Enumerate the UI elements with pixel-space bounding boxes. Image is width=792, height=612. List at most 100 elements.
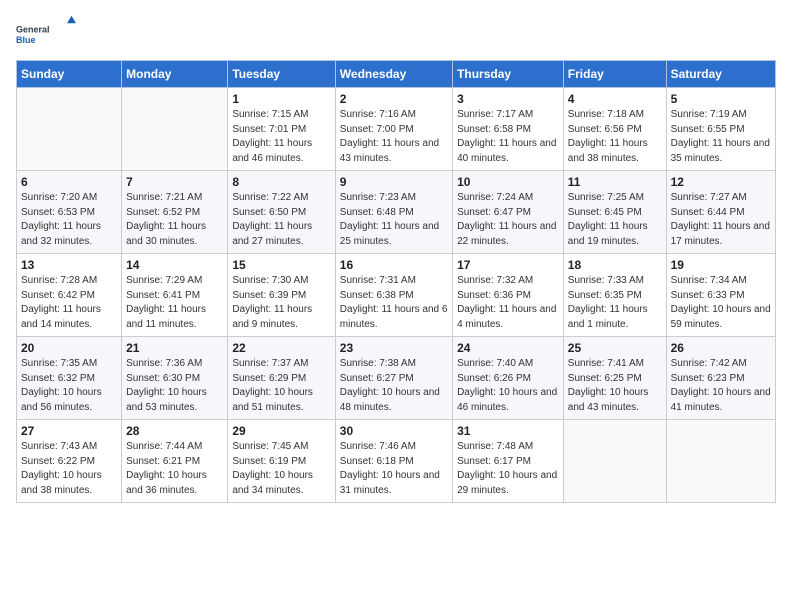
day-number: 12 xyxy=(671,175,771,189)
day-info: Sunrise: 7:20 AM Sunset: 6:53 PM Dayligh… xyxy=(21,191,117,249)
day-info: Sunrise: 7:38 AM Sunset: 6:27 PM Dayligh… xyxy=(340,357,448,415)
calendar-cell: 5 Sunrise: 7:19 AM Sunset: 6:55 PM Daylig… xyxy=(666,88,775,171)
weekday-header-wednesday: Wednesday xyxy=(335,61,452,88)
calendar-cell xyxy=(666,420,775,503)
calendar-cell: 19 Sunrise: 7:34 AM Sunset: 6:33 PM Dayli… xyxy=(666,254,775,337)
day-number: 9 xyxy=(340,175,448,189)
day-info: Sunrise: 7:30 AM Sunset: 6:39 PM Dayligh… xyxy=(232,274,330,332)
day-info: Sunrise: 7:16 AM Sunset: 7:00 PM Dayligh… xyxy=(340,108,448,166)
weekday-header-saturday: Saturday xyxy=(666,61,775,88)
day-number: 7 xyxy=(126,175,223,189)
logo-icon: General Blue xyxy=(16,16,76,50)
day-info: Sunrise: 7:42 AM Sunset: 6:23 PM Dayligh… xyxy=(671,357,771,415)
day-number: 25 xyxy=(568,341,662,355)
day-info: Sunrise: 7:27 AM Sunset: 6:44 PM Dayligh… xyxy=(671,191,771,249)
calendar-cell: 6Sunrise: 7:20 AM Sunset: 6:53 PM Daylig… xyxy=(17,171,122,254)
day-info: Sunrise: 7:45 AM Sunset: 6:19 PM Dayligh… xyxy=(232,440,330,498)
day-info: Sunrise: 7:41 AM Sunset: 6:25 PM Dayligh… xyxy=(568,357,662,415)
day-number: 1 xyxy=(232,92,330,106)
day-number: 14 xyxy=(126,258,223,272)
weekday-header-sunday: Sunday xyxy=(17,61,122,88)
weekday-header-tuesday: Tuesday xyxy=(228,61,335,88)
day-info: Sunrise: 7:48 AM Sunset: 6:17 PM Dayligh… xyxy=(457,440,559,498)
day-number: 30 xyxy=(340,424,448,438)
calendar-cell: 12 Sunrise: 7:27 AM Sunset: 6:44 PM Dayli… xyxy=(666,171,775,254)
day-info: Sunrise: 7:22 AM Sunset: 6:50 PM Dayligh… xyxy=(232,191,330,249)
calendar-cell xyxy=(122,88,228,171)
day-number: 20 xyxy=(21,341,117,355)
calendar-cell: 11 Sunrise: 7:25 AM Sunset: 6:45 PM Dayli… xyxy=(563,171,666,254)
day-number: 13 xyxy=(21,258,117,272)
calendar-cell: 14 Sunrise: 7:29 AM Sunset: 6:41 PM Dayli… xyxy=(122,254,228,337)
day-info: Sunrise: 7:46 AM Sunset: 6:18 PM Dayligh… xyxy=(340,440,448,498)
calendar-week-row: 20 Sunrise: 7:35 AM Sunset: 6:32 PM Dayli… xyxy=(17,337,776,420)
calendar-week-row: 1 Sunrise: 7:15 AM Sunset: 7:01 PM Daylig… xyxy=(17,88,776,171)
calendar-cell: 16Sunrise: 7:31 AM Sunset: 6:38 PM Dayli… xyxy=(335,254,452,337)
calendar-table: SundayMondayTuesdayWednesdayThursdayFrid… xyxy=(16,60,776,503)
weekday-header-thursday: Thursday xyxy=(453,61,564,88)
calendar-cell: 27Sunrise: 7:43 AM Sunset: 6:22 PM Dayli… xyxy=(17,420,122,503)
calendar-header-row: SundayMondayTuesdayWednesdayThursdayFrid… xyxy=(17,61,776,88)
page-header: General Blue xyxy=(16,16,776,50)
calendar-cell: 24 Sunrise: 7:40 AM Sunset: 6:26 PM Dayli… xyxy=(453,337,564,420)
day-info: Sunrise: 7:36 AM Sunset: 6:30 PM Dayligh… xyxy=(126,357,223,415)
day-number: 28 xyxy=(126,424,223,438)
day-number: 10 xyxy=(457,175,559,189)
day-info: Sunrise: 7:18 AM Sunset: 6:56 PM Dayligh… xyxy=(568,108,662,166)
logo: General Blue xyxy=(16,16,76,50)
calendar-week-row: 27Sunrise: 7:43 AM Sunset: 6:22 PM Dayli… xyxy=(17,420,776,503)
svg-text:Blue: Blue xyxy=(16,35,36,45)
calendar-cell: 21Sunrise: 7:36 AM Sunset: 6:30 PM Dayli… xyxy=(122,337,228,420)
day-number: 27 xyxy=(21,424,117,438)
day-info: Sunrise: 7:37 AM Sunset: 6:29 PM Dayligh… xyxy=(232,357,330,415)
day-info: Sunrise: 7:33 AM Sunset: 6:35 PM Dayligh… xyxy=(568,274,662,332)
day-number: 23 xyxy=(340,341,448,355)
day-number: 29 xyxy=(232,424,330,438)
calendar-cell: 26 Sunrise: 7:42 AM Sunset: 6:23 PM Dayli… xyxy=(666,337,775,420)
calendar-cell xyxy=(563,420,666,503)
day-number: 22 xyxy=(232,341,330,355)
day-number: 5 xyxy=(671,92,771,106)
day-info: Sunrise: 7:44 AM Sunset: 6:21 PM Dayligh… xyxy=(126,440,223,498)
day-info: Sunrise: 7:29 AM Sunset: 6:41 PM Dayligh… xyxy=(126,274,223,332)
calendar-cell: 2Sunrise: 7:16 AM Sunset: 7:00 PM Daylig… xyxy=(335,88,452,171)
day-info: Sunrise: 7:34 AM Sunset: 6:33 PM Dayligh… xyxy=(671,274,771,332)
calendar-cell: 25 Sunrise: 7:41 AM Sunset: 6:25 PM Dayli… xyxy=(563,337,666,420)
day-number: 26 xyxy=(671,341,771,355)
day-number: 3 xyxy=(457,92,559,106)
day-number: 31 xyxy=(457,424,559,438)
day-number: 16 xyxy=(340,258,448,272)
calendar-cell: 30 Sunrise: 7:46 AM Sunset: 6:18 PM Dayli… xyxy=(335,420,452,503)
day-info: Sunrise: 7:32 AM Sunset: 6:36 PM Dayligh… xyxy=(457,274,559,332)
weekday-header-monday: Monday xyxy=(122,61,228,88)
calendar-cell: 7 Sunrise: 7:21 AM Sunset: 6:52 PM Daylig… xyxy=(122,171,228,254)
calendar-cell: 20 Sunrise: 7:35 AM Sunset: 6:32 PM Dayli… xyxy=(17,337,122,420)
calendar-cell xyxy=(17,88,122,171)
day-number: 15 xyxy=(232,258,330,272)
day-info: Sunrise: 7:19 AM Sunset: 6:55 PM Dayligh… xyxy=(671,108,771,166)
calendar-week-row: 6Sunrise: 7:20 AM Sunset: 6:53 PM Daylig… xyxy=(17,171,776,254)
calendar-cell: 1 Sunrise: 7:15 AM Sunset: 7:01 PM Daylig… xyxy=(228,88,335,171)
day-info: Sunrise: 7:25 AM Sunset: 6:45 PM Dayligh… xyxy=(568,191,662,249)
weekday-header-friday: Friday xyxy=(563,61,666,88)
day-info: Sunrise: 7:15 AM Sunset: 7:01 PM Dayligh… xyxy=(232,108,330,166)
day-info: Sunrise: 7:40 AM Sunset: 6:26 PM Dayligh… xyxy=(457,357,559,415)
svg-text:General: General xyxy=(16,24,50,34)
day-number: 8 xyxy=(232,175,330,189)
day-info: Sunrise: 7:23 AM Sunset: 6:48 PM Dayligh… xyxy=(340,191,448,249)
calendar-cell: 29 Sunrise: 7:45 AM Sunset: 6:19 PM Dayli… xyxy=(228,420,335,503)
day-number: 19 xyxy=(671,258,771,272)
calendar-cell: 31 Sunrise: 7:48 AM Sunset: 6:17 PM Dayli… xyxy=(453,420,564,503)
day-info: Sunrise: 7:28 AM Sunset: 6:42 PM Dayligh… xyxy=(21,274,117,332)
day-info: Sunrise: 7:21 AM Sunset: 6:52 PM Dayligh… xyxy=(126,191,223,249)
calendar-cell: 23 Sunrise: 7:38 AM Sunset: 6:27 PM Dayli… xyxy=(335,337,452,420)
calendar-cell: 18 Sunrise: 7:33 AM Sunset: 6:35 PM Dayli… xyxy=(563,254,666,337)
calendar-cell: 8 Sunrise: 7:22 AM Sunset: 6:50 PM Daylig… xyxy=(228,171,335,254)
day-number: 18 xyxy=(568,258,662,272)
day-number: 24 xyxy=(457,341,559,355)
calendar-cell: 22 Sunrise: 7:37 AM Sunset: 6:29 PM Dayli… xyxy=(228,337,335,420)
day-number: 4 xyxy=(568,92,662,106)
day-info: Sunrise: 7:17 AM Sunset: 6:58 PM Dayligh… xyxy=(457,108,559,166)
day-number: 11 xyxy=(568,175,662,189)
day-info: Sunrise: 7:35 AM Sunset: 6:32 PM Dayligh… xyxy=(21,357,117,415)
